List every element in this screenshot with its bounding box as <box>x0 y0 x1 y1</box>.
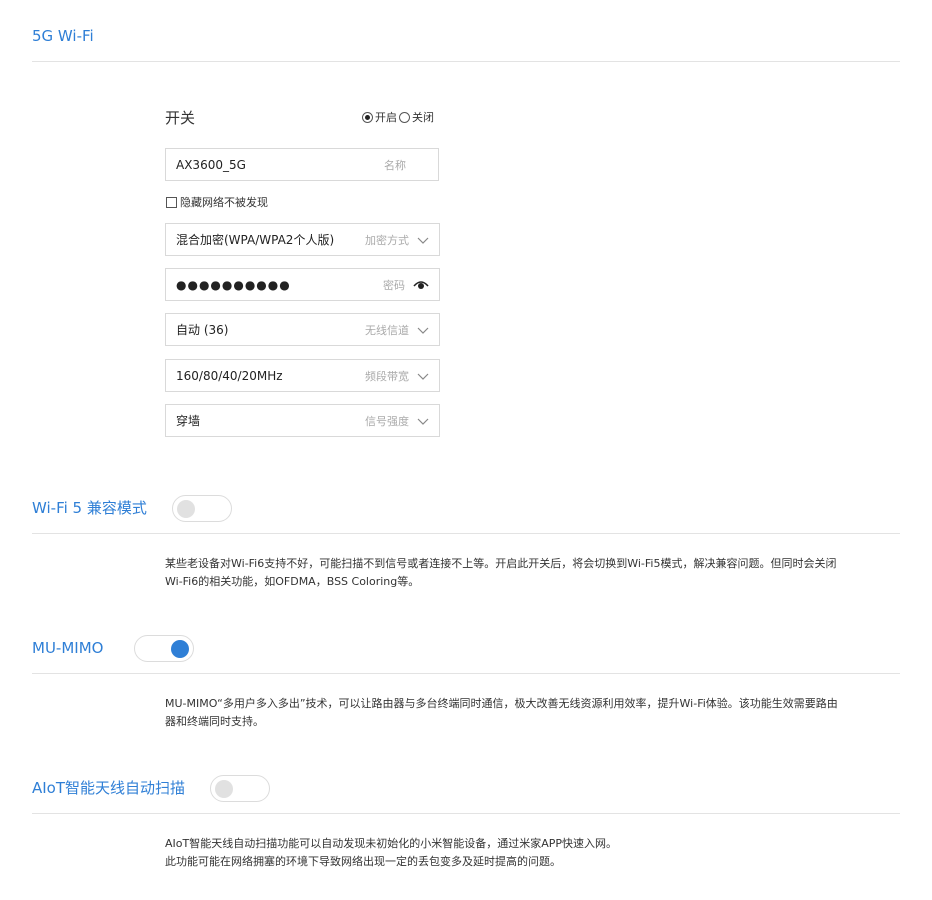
signal-strength-value: 穿墙 <box>176 414 201 428</box>
aiot-desc-line2: 此功能可能在网络拥塞的环境下导致网络出现一定的丢包变多及延时提高的问题。 <box>165 855 561 868</box>
section-title-5g-wifi: 5G Wi-Fi <box>32 27 94 45</box>
aiot-toggle[interactable] <box>210 775 270 802</box>
chevron-down-icon <box>417 373 429 380</box>
divider <box>32 673 900 674</box>
mumimo-description: MU-MIMO“多用户多入多出”技术，可以让路由器与多台终端同时通信，极大改善无… <box>165 695 905 731</box>
toggle-knob <box>177 500 195 518</box>
chevron-down-icon <box>417 237 429 244</box>
section-title-mumimo: MU-MIMO <box>32 639 104 657</box>
wifi-switch-radio-group: 开启 关闭 <box>362 109 434 125</box>
encryption-select[interactable]: 混合加密(WPA/WPA2个人版) 加密方式 <box>165 223 440 256</box>
channel-select[interactable]: 自动 (36) 无线信道 <box>165 313 440 346</box>
encryption-value: 混合加密(WPA/WPA2个人版) <box>176 233 335 247</box>
divider <box>32 533 900 534</box>
wifi5-compat-desc-line1: 某些老设备对Wi-Fi6支持不好，可能扫描不到信号或者连接不上等。开启此开关后，… <box>165 557 837 570</box>
toggle-knob <box>171 640 189 658</box>
aiot-description: AIoT智能天线自动扫描功能可以自动发现未初始化的小米智能设备，通过米家APP快… <box>165 835 905 871</box>
password-value[interactable]: ●●●●●●●●●● <box>176 278 383 292</box>
divider <box>32 61 900 62</box>
signal-strength-label: 信号强度 <box>365 414 409 428</box>
switch-label: 开关 <box>165 109 196 127</box>
ssid-field[interactable]: AX3600_5G 名称 <box>165 148 439 181</box>
chevron-down-icon <box>417 418 429 425</box>
wifi5-compat-description: 某些老设备对Wi-Fi6支持不好，可能扫描不到信号或者连接不上等。开启此开关后，… <box>165 555 905 591</box>
divider <box>32 813 900 814</box>
radio-on[interactable] <box>362 111 373 123</box>
chevron-down-icon <box>417 327 429 334</box>
channel-value: 自动 (36) <box>176 323 229 337</box>
radio-off-label[interactable]: 关闭 <box>412 109 434 125</box>
toggle-knob <box>215 780 233 798</box>
ssid-value[interactable]: AX3600_5G <box>176 158 384 172</box>
section-title-wifi5-compat: Wi-Fi 5 兼容模式 <box>32 499 147 517</box>
password-label: 密码 <box>383 278 405 292</box>
eye-icon[interactable] <box>413 279 429 291</box>
mumimo-toggle[interactable] <box>134 635 194 662</box>
section-title-aiot: AIoT智能天线自动扫描 <box>32 779 186 797</box>
aiot-desc-line1: AIoT智能天线自动扫描功能可以自动发现未初始化的小米智能设备，通过米家APP快… <box>165 837 618 850</box>
radio-off[interactable] <box>399 111 410 123</box>
hide-network-label[interactable]: 隐藏网络不被发现 <box>180 194 268 210</box>
channel-label: 无线信道 <box>365 323 409 337</box>
mumimo-desc-line1: MU-MIMO“多用户多入多出”技术，可以让路由器与多台终端同时通信，极大改善无… <box>165 697 838 710</box>
signal-strength-select[interactable]: 穿墙 信号强度 <box>165 404 440 437</box>
encryption-label: 加密方式 <box>365 233 409 247</box>
wifi5-compat-toggle[interactable] <box>172 495 232 522</box>
hide-network-row[interactable]: 隐藏网络不被发现 <box>166 194 268 210</box>
mumimo-desc-line2: 器和终端同时支持。 <box>165 715 264 728</box>
password-field[interactable]: ●●●●●●●●●● 密码 <box>165 268 440 301</box>
hide-network-checkbox[interactable] <box>166 196 177 208</box>
bandwidth-select[interactable]: 160/80/40/20MHz 频段带宽 <box>165 359 440 392</box>
radio-on-label[interactable]: 开启 <box>375 109 397 125</box>
bandwidth-label: 频段带宽 <box>365 369 409 383</box>
bandwidth-value: 160/80/40/20MHz <box>176 368 283 383</box>
wifi5-compat-desc-line2: Wi-Fi6的相关功能，如OFDMA，BSS Coloring等。 <box>165 575 420 588</box>
ssid-label: 名称 <box>384 158 406 172</box>
